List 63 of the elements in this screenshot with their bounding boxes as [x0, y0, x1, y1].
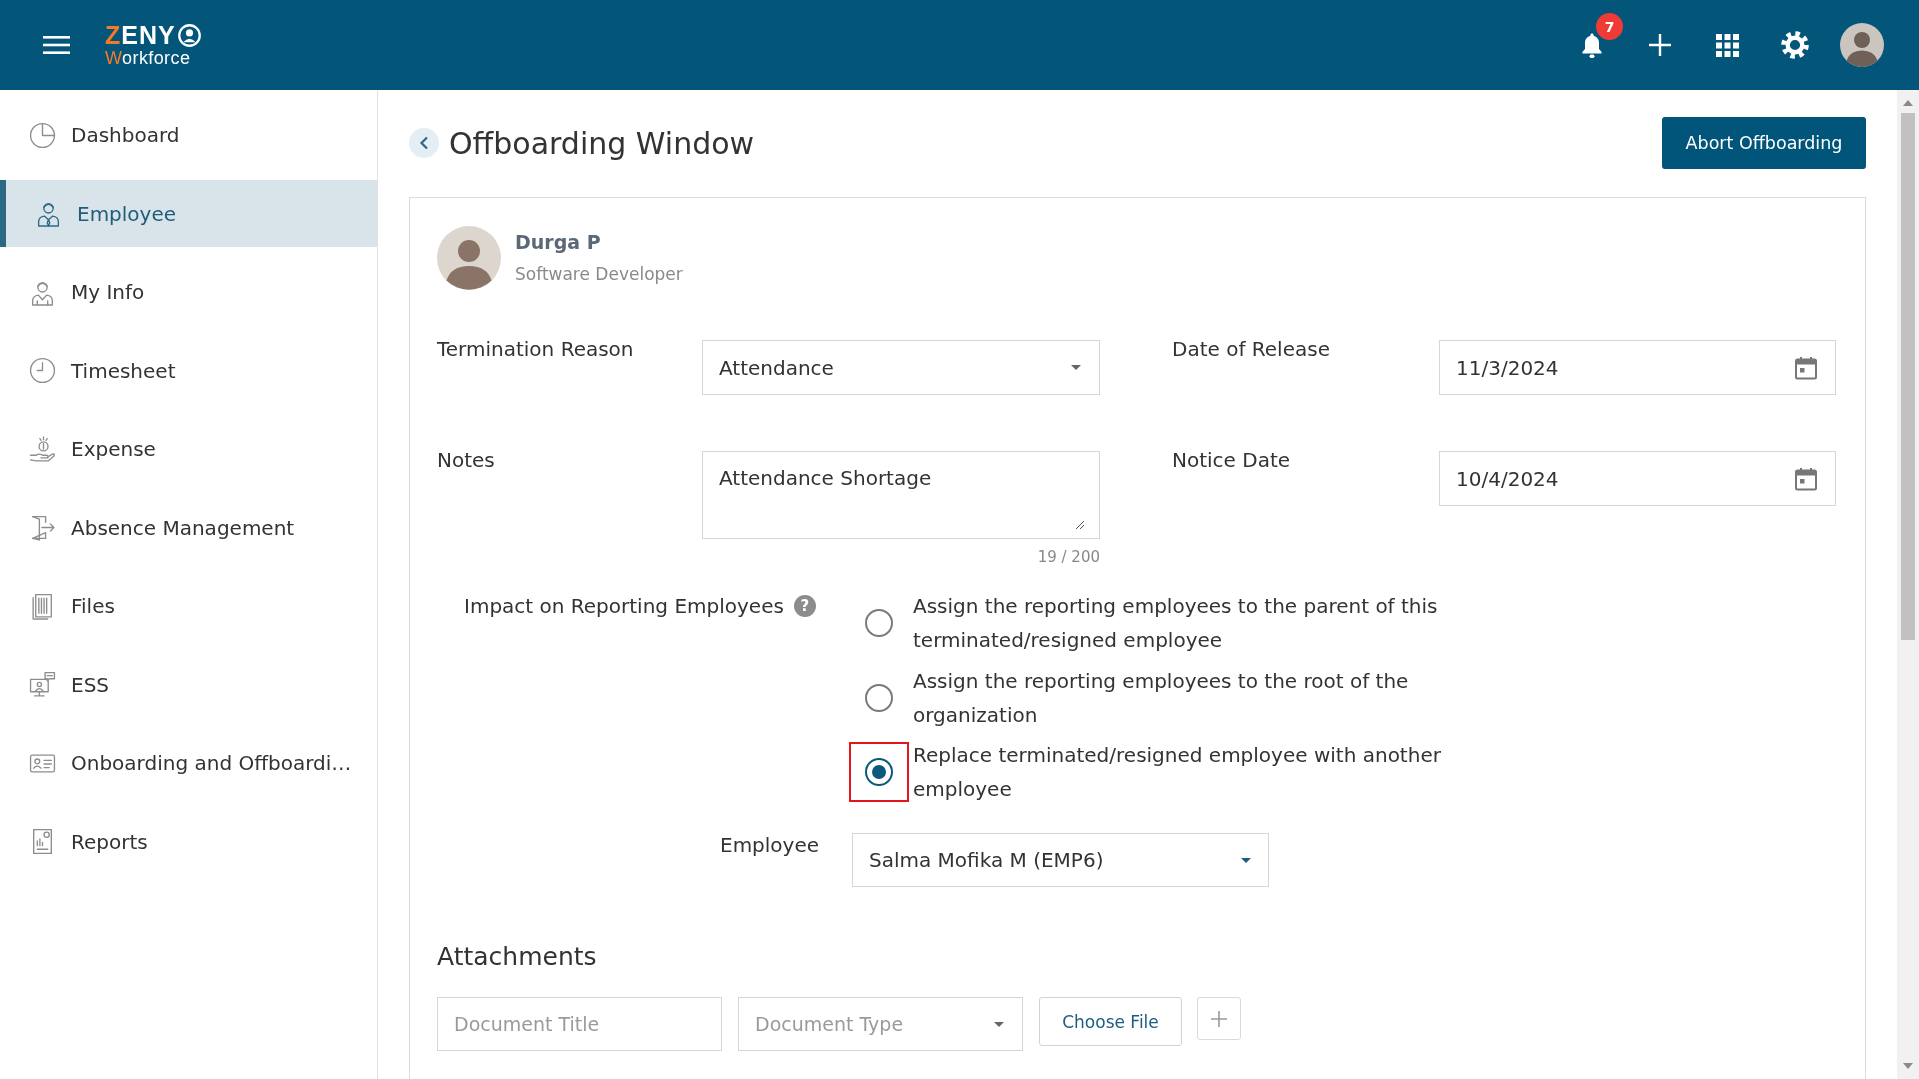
- resize-handle-icon[interactable]: [1075, 520, 1085, 530]
- radio-button[interactable]: [865, 609, 893, 637]
- termination-reason-select[interactable]: Attendance: [702, 340, 1100, 395]
- radio-button[interactable]: [865, 758, 893, 787]
- plus-icon: [1211, 1010, 1227, 1027]
- impact-label: Impact on Reporting Employees: [464, 594, 784, 618]
- radio-button[interactable]: [865, 683, 893, 712]
- monitor-chat-icon: [29, 671, 56, 698]
- settings-icon[interactable]: [1780, 31, 1809, 59]
- bell-icon[interactable]: [1580, 31, 1604, 59]
- employee-avatar: [437, 226, 501, 290]
- calendar-icon[interactable]: [1795, 355, 1817, 380]
- nav-item[interactable]: Files: [0, 572, 377, 640]
- menu-icon[interactable]: [43, 35, 70, 55]
- notes-field[interactable]: Attendance Shortage: [702, 451, 1100, 539]
- scroll-up-icon[interactable]: [1903, 100, 1913, 106]
- employee-role: Software Developer: [515, 263, 683, 286]
- nav-item[interactable]: Dashboard: [0, 101, 377, 169]
- hand-coin-icon: [29, 435, 56, 463]
- scrollbar-thumb[interactable]: [1901, 113, 1915, 640]
- back-button[interactable]: [409, 128, 439, 158]
- date-of-release-label: Date of Release: [1172, 337, 1331, 361]
- plus-icon[interactable]: [1648, 34, 1671, 56]
- notice-date-field[interactable]: 10/4/2024: [1439, 451, 1836, 506]
- notification-badge: 7: [1596, 13, 1623, 40]
- nav-item[interactable]: Onboarding and Offboardi…: [0, 729, 377, 797]
- logo-person-icon: [177, 24, 201, 47]
- radio-label[interactable]: Assign the reporting employees to the root of the organization: [913, 663, 1453, 732]
- pie-chart-icon: [29, 121, 56, 149]
- notes-label: Notes: [437, 448, 496, 472]
- calendar-icon[interactable]: [1795, 466, 1817, 491]
- caret-icon: [1241, 857, 1251, 863]
- caret-icon: [1071, 365, 1081, 370]
- radio-label[interactable]: Assign the reporting employees to the parent of this terminated/resigned employee: [913, 589, 1453, 657]
- employee-name: Durga P: [515, 230, 602, 254]
- attachments-heading: Attachments: [437, 941, 598, 974]
- termination-reason-label: Termination Reason: [437, 337, 635, 361]
- nav-item[interactable]: Timesheet: [0, 337, 377, 404]
- clock-icon: [29, 357, 56, 384]
- employee-label: Employee: [720, 833, 821, 858]
- choose-file-button[interactable]: Choose File: [1039, 997, 1182, 1047]
- nav-item[interactable]: Reports: [0, 808, 377, 875]
- nav-item[interactable]: ESS: [0, 651, 377, 718]
- logo-tagline-text: Workforce: [105, 49, 192, 67]
- nav-item[interactable]: Absence Management: [0, 494, 377, 561]
- user-avatar[interactable]: [1840, 23, 1884, 67]
- date-of-release-field[interactable]: 11/3/2024: [1439, 340, 1836, 395]
- character-counter: 19 / 200: [1036, 547, 1100, 567]
- scroll-down-icon[interactable]: [1903, 1063, 1913, 1069]
- radio-label[interactable]: Replace terminated/resigned employee with another employee: [913, 738, 1453, 807]
- logo-name-text: ZENY: [105, 23, 176, 48]
- caret-icon: [994, 1021, 1004, 1027]
- nav-item[interactable]: Expense: [0, 415, 377, 483]
- nav-item[interactable]: My Info: [0, 258, 377, 326]
- page-title: Offboarding Window: [449, 125, 755, 161]
- door-exit-icon: [29, 514, 56, 541]
- chevron-left-icon: [419, 136, 429, 150]
- employee-icon: [35, 200, 62, 227]
- apps-grid-icon[interactable]: [1715, 33, 1739, 57]
- nav-item[interactable]: Employee: [0, 180, 377, 247]
- notice-date-label: Notice Date: [1172, 448, 1292, 472]
- employee-select[interactable]: Salma Mofika M (EMP6): [852, 833, 1269, 888]
- abort-offboarding-button[interactable]: Abort Offboarding: [1662, 117, 1866, 169]
